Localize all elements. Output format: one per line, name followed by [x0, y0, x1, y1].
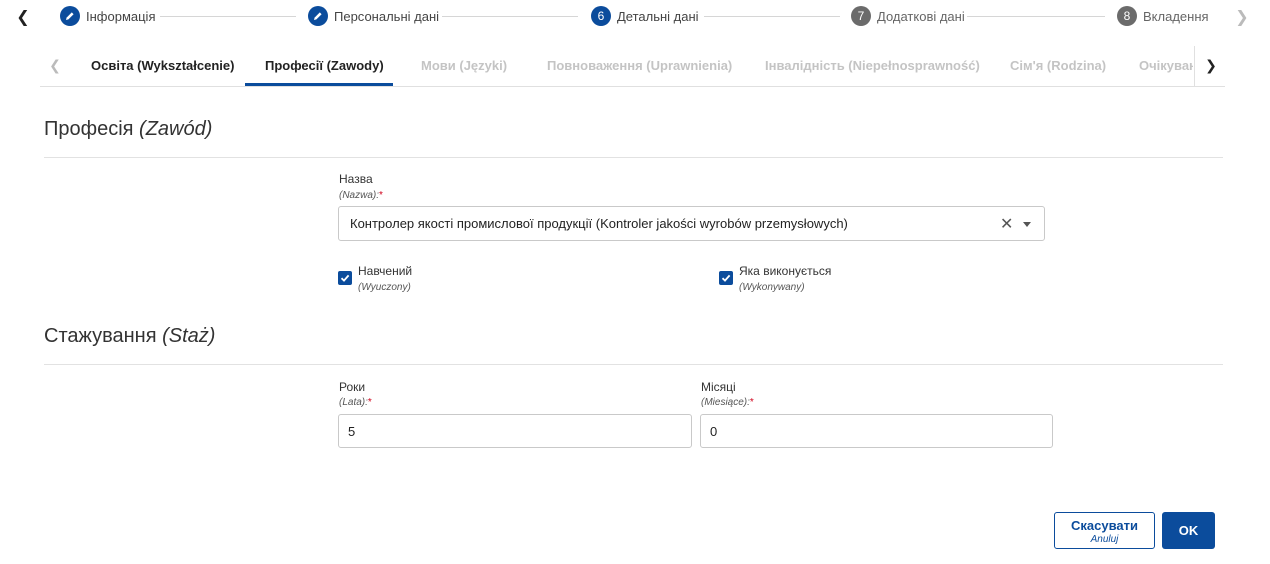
pencil-icon: [308, 6, 328, 26]
trained-label: Навчений: [358, 264, 413, 278]
required-asterisk: *: [367, 397, 372, 408]
step-label: Персональні дані: [334, 8, 440, 24]
months-field-label: Місяці: [701, 380, 736, 394]
step-connector: [967, 16, 1105, 17]
stepper-prev-arrow-icon[interactable]: ❮: [14, 8, 32, 26]
tab-education[interactable]: Освіта (Wykształcenie): [91, 58, 234, 73]
stepper-next-arrow-icon[interactable]: ❯: [1233, 8, 1251, 26]
tab-expectations[interactable]: Очікування: [1139, 58, 1193, 73]
performed-sublabel: (Wykonywany): [739, 282, 805, 293]
pencil-icon: [60, 6, 80, 26]
profession-name-select[interactable]: Контролер якості промислової продукції (…: [338, 206, 1045, 241]
step-attachments[interactable]: 8 Вкладення: [1117, 6, 1209, 26]
chevron-down-icon[interactable]: [1023, 222, 1031, 227]
step-connector: [704, 16, 840, 17]
cancel-button-label: Скасувати: [1071, 518, 1138, 533]
step-number-badge: 8: [1117, 6, 1137, 26]
tab-scroll-divider: [1194, 46, 1195, 86]
required-asterisk: *: [749, 397, 754, 408]
step-number-badge: 6: [591, 6, 611, 26]
years-input-value: 5: [348, 424, 356, 439]
name-field-label: Назва: [339, 172, 373, 186]
required-asterisk: *: [379, 190, 383, 201]
step-connector: [442, 16, 578, 17]
section-title-translation: (Zawód): [139, 118, 213, 140]
profession-section-title: Професія (Zawód): [44, 118, 212, 141]
trained-sublabel: (Wyuczony): [358, 282, 411, 293]
step-personal-data[interactable]: Персональні дані: [308, 6, 439, 26]
seniority-section-title: Стажування (Staż): [44, 325, 215, 348]
ok-button[interactable]: OK: [1162, 512, 1215, 549]
step-additional-data[interactable]: 7 Додаткові дані: [851, 6, 965, 26]
name-sublabel-text: (Nazwa):: [339, 190, 380, 201]
name-field-sublabel: (Nazwa):*: [339, 190, 383, 201]
step-label: Детальні дані: [617, 8, 699, 24]
section-title-text: Професія: [44, 118, 134, 140]
section-divider: [44, 364, 1223, 365]
tabs-prev-arrow-icon[interactable]: ❮: [46, 56, 64, 74]
step-label: Інформація: [86, 8, 156, 24]
years-input[interactable]: 5: [338, 414, 692, 448]
step-label: Вкладення: [1143, 8, 1209, 24]
wizard-stepper: ❮ Інформація Персональні дані 6 Детальні…: [0, 0, 1270, 34]
clear-icon[interactable]: ✕: [1000, 214, 1013, 234]
years-sublabel-text: (Lata):: [339, 397, 368, 408]
performed-checkbox[interactable]: [719, 271, 733, 285]
months-sublabel-text: (Miesiące):: [701, 397, 750, 408]
tab-languages[interactable]: Мови (Języki): [421, 58, 507, 73]
active-tab-indicator: [245, 83, 393, 86]
subsection-tabs: ❮ Освіта (Wykształcenie) Професії (Zawod…: [40, 46, 1225, 87]
section-title-translation: (Staż): [162, 325, 216, 347]
tab-disability[interactable]: Інвалідність (Niepełnosprawność): [765, 58, 980, 73]
months-input[interactable]: 0: [700, 414, 1053, 448]
select-value: Контролер якості промислової продукції (…: [350, 216, 848, 231]
step-label: Додаткові дані: [877, 8, 965, 24]
tab-permissions[interactable]: Повноваження (Uprawnienia): [547, 58, 732, 73]
step-connector: [160, 16, 296, 17]
checkmark-icon: [340, 274, 350, 282]
section-title-text: Стажування: [44, 325, 157, 347]
performed-label: Яка виконується: [739, 264, 832, 278]
step-information[interactable]: Інформація: [60, 6, 156, 26]
tab-professions[interactable]: Професії (Zawody): [265, 58, 384, 73]
months-field-sublabel: (Miesiące):*: [701, 397, 754, 408]
cancel-button-sublabel: Anuluj: [1090, 534, 1119, 545]
years-field-sublabel: (Lata):*: [339, 397, 372, 408]
tabs-next-arrow-icon[interactable]: ❯: [1202, 56, 1220, 74]
step-number-badge: 7: [851, 6, 871, 26]
checkmark-icon: [721, 274, 731, 282]
tab-family[interactable]: Сім'я (Rodzina): [1010, 58, 1106, 73]
tab-strip: ❮ Освіта (Wykształcenie) Професії (Zawod…: [40, 46, 1193, 86]
years-field-label: Роки: [339, 380, 366, 394]
section-divider: [44, 157, 1223, 158]
trained-checkbox[interactable]: [338, 271, 352, 285]
cancel-button[interactable]: Скасувати Anuluj: [1054, 512, 1155, 549]
step-detailed-data[interactable]: 6 Детальні дані: [591, 6, 699, 26]
months-input-value: 0: [710, 424, 718, 439]
